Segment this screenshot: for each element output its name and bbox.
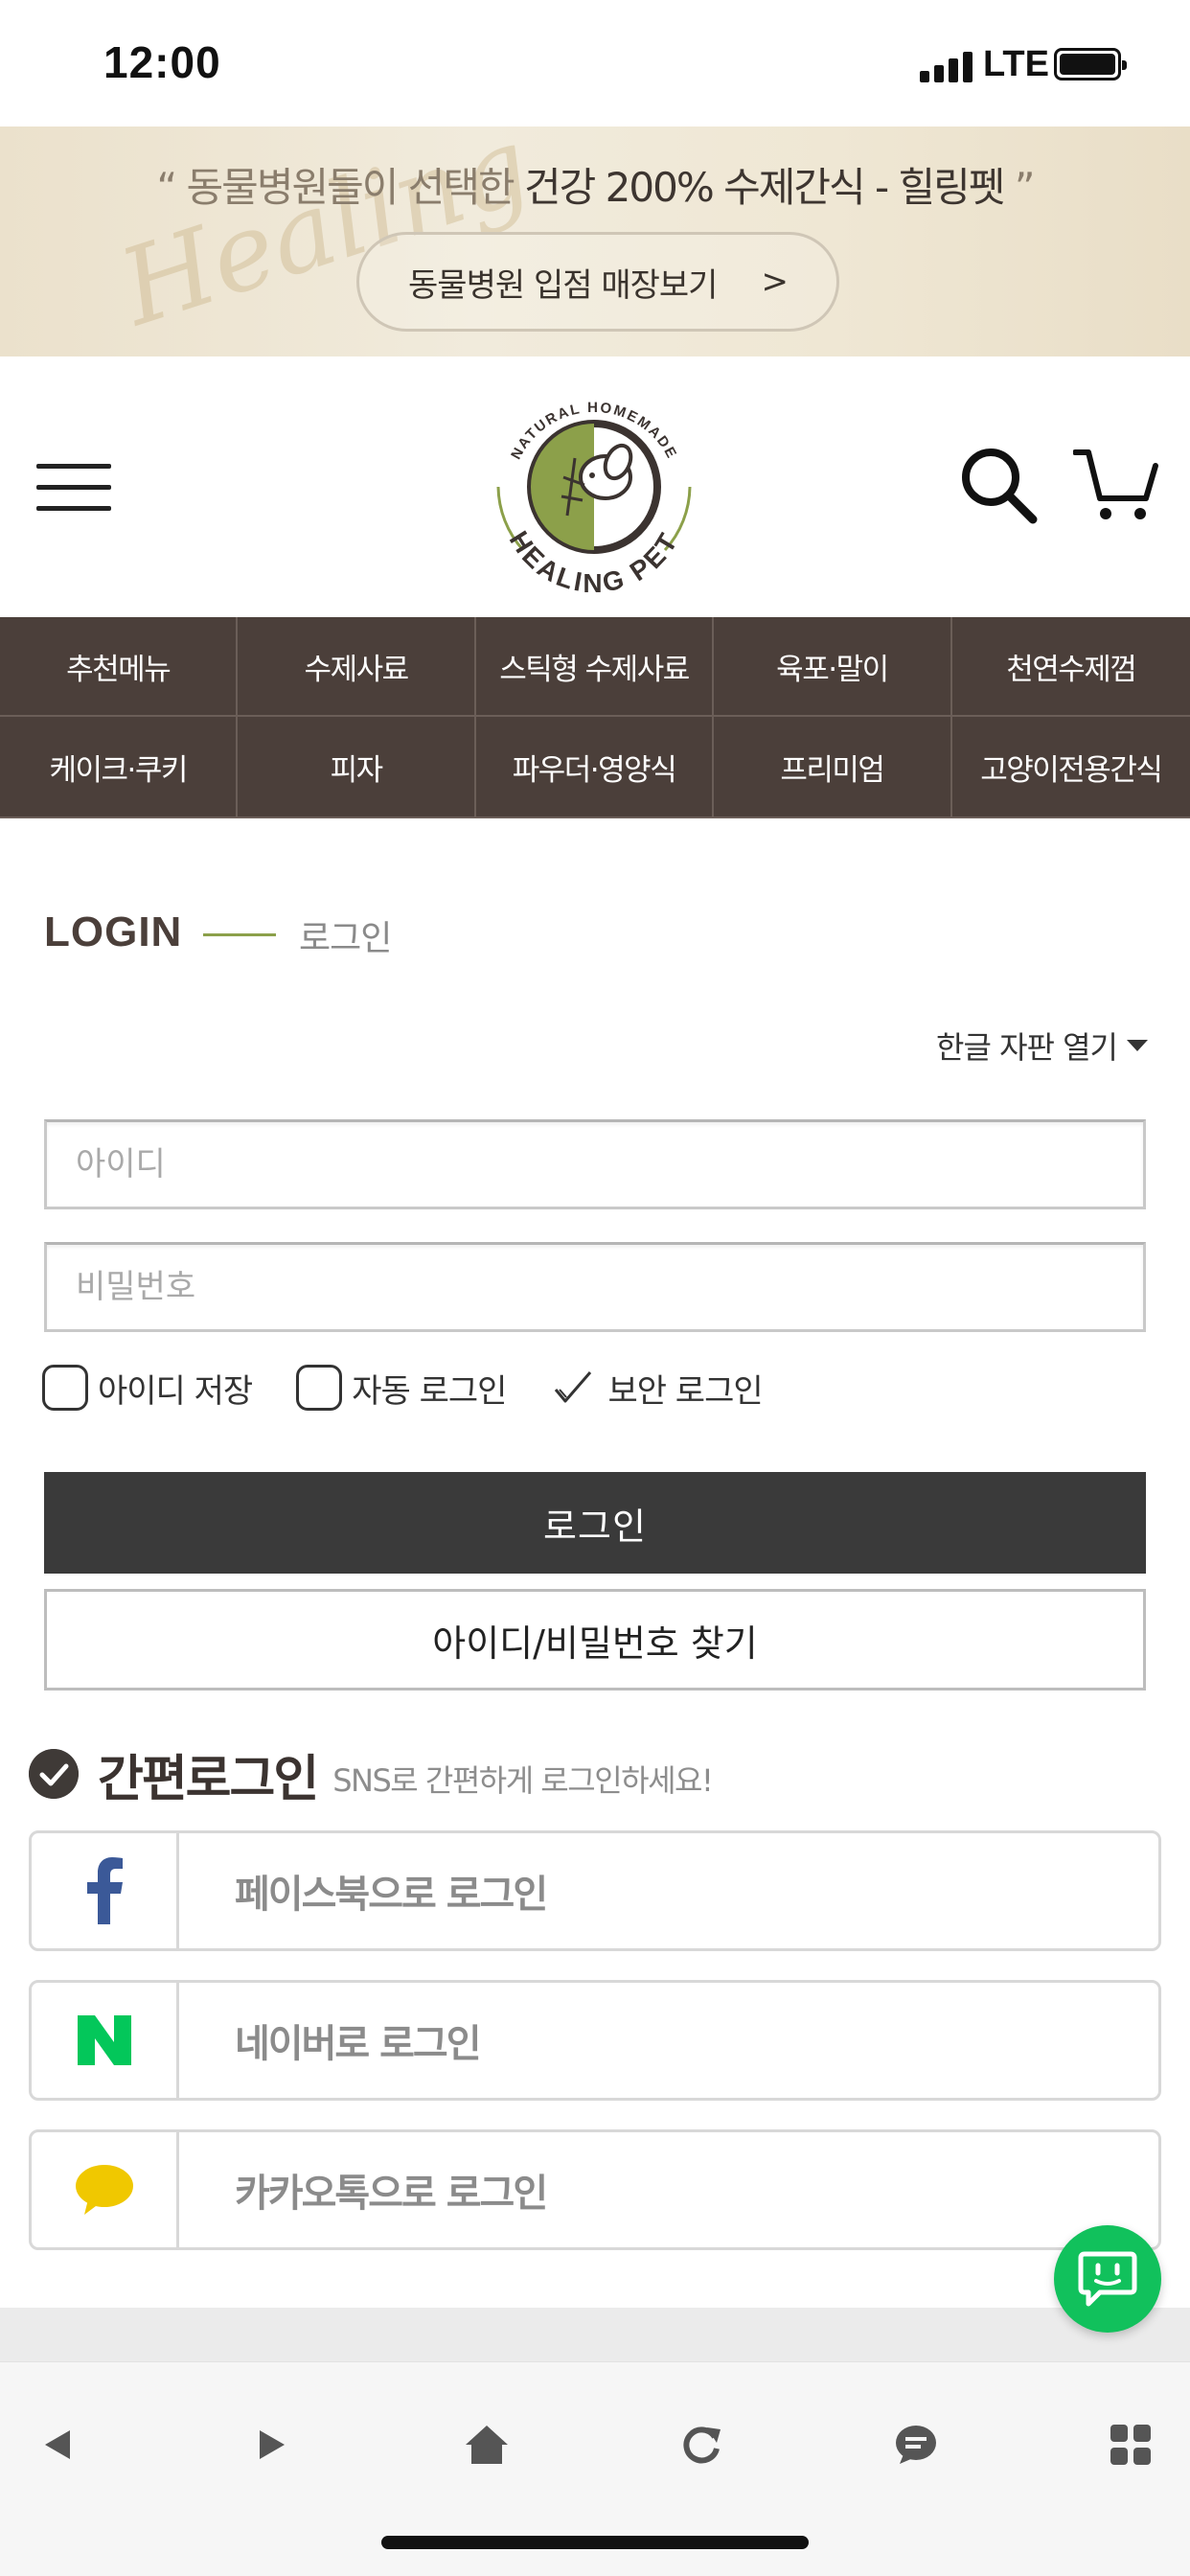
status-bar: 12:00 LTE [0, 0, 1190, 126]
status-time: 12:00 [103, 37, 221, 87]
home-indicator [381, 2536, 809, 2549]
store-locator-button[interactable]: 동물병원 입점 매장보기 > [356, 232, 839, 332]
check-circle-icon [29, 1749, 79, 1799]
back-icon[interactable] [29, 2416, 86, 2473]
apps-icon[interactable] [1102, 2416, 1159, 2473]
banner-text-light: 동물병원들이 선택한 [186, 164, 515, 211]
battery-icon [1054, 48, 1127, 80]
secure-login-option[interactable]: 보안 로그인 [550, 1365, 764, 1412]
category-item[interactable]: 추천메뉴 [0, 617, 239, 717]
banner-headline: “ 동물병원들이 선택한 건강 200% 수제간식 - 힐링펫 ” [156, 164, 1035, 211]
auto-login-checkbox[interactable] [296, 1365, 343, 1411]
password-input[interactable] [44, 1242, 1146, 1332]
signal-icon [920, 50, 977, 82]
category-item[interactable]: 육포·말이 [714, 617, 952, 717]
login-options: 아이디 저장 자동 로그인 보안 로그인 [42, 1361, 807, 1414]
category-item[interactable]: 천연수제껌 [951, 617, 1190, 717]
kakao-login-button[interactable]: 카카오톡으로 로그인 [29, 2129, 1161, 2250]
facebook-icon [86, 1857, 123, 1924]
forward-icon[interactable] [243, 2416, 301, 2473]
category-item[interactable]: 파우더·영양식 [475, 717, 715, 818]
search-icon[interactable] [958, 445, 1039, 525]
naver-icon [77, 2015, 131, 2065]
save-id-option[interactable]: 아이디 저장 [42, 1365, 253, 1412]
facebook-login-label: 페이스북으로 로그인 [235, 1873, 548, 1917]
find-account-button[interactable]: 아이디/비밀번호 찾기 [44, 1589, 1146, 1690]
sns-login-description: SNS로 간편하게 로그인하세요! [332, 1762, 714, 1799]
chat-bubble-icon [1078, 2251, 1137, 2307]
category-item[interactable]: 케이크·쿠키 [0, 717, 239, 818]
store-locator-label: 동물병원 입점 매장보기 [408, 265, 718, 305]
save-id-checkbox[interactable] [42, 1365, 88, 1411]
banner-text-bold: 건강 200% 수제간식 - 힐링펫 [524, 164, 1005, 211]
category-item[interactable]: 프리미엄 [714, 717, 952, 818]
auto-login-option[interactable]: 자동 로그인 [296, 1365, 507, 1412]
auto-login-label: 자동 로그인 [352, 1371, 507, 1411]
chat-icon[interactable] [887, 2416, 945, 2473]
caret-down-icon [1127, 1040, 1148, 1051]
category-item[interactable]: 스틱형 수제사료 [475, 617, 715, 717]
save-id-label: 아이디 저장 [98, 1371, 253, 1411]
category-item[interactable]: 수제사료 [238, 617, 476, 717]
kakao-login-label: 카카오톡으로 로그인 [235, 2172, 548, 2216]
healing-pet-logo[interactable]: NATURAL HOMEMADE HEALING PET [479, 372, 709, 602]
facebook-login-button[interactable]: 페이스북으로 로그인 [29, 1830, 1161, 1951]
category-nav: 추천메뉴 수제사료 스틱형 수제사료 육포·말이 천연수제껌 케이크·쿠키 피자… [0, 617, 1190, 818]
hamburger-menu-icon[interactable] [36, 458, 111, 516]
home-icon[interactable] [458, 2416, 515, 2473]
id-input[interactable] [44, 1119, 1146, 1209]
login-subtitle: 로그인 [299, 919, 392, 958]
kakaotalk-icon [75, 2165, 133, 2215]
keyboard-toggle-label: 한글 자판 열기 [936, 1029, 1118, 1066]
category-item[interactable]: 고양이전용간식 [951, 717, 1190, 818]
login-button[interactable]: 로그인 [44, 1472, 1146, 1574]
title-divider [203, 933, 276, 936]
arrow-right-icon: > [761, 263, 788, 301]
footer-band [0, 2308, 1190, 2361]
korean-keyboard-toggle[interactable]: 한글 자판 열기 [936, 1024, 1148, 1068]
cart-icon[interactable] [1073, 443, 1159, 523]
category-item[interactable]: 피자 [238, 717, 476, 818]
reload-icon[interactable] [673, 2416, 730, 2473]
naver-login-button[interactable]: 네이버로 로그인 [29, 1980, 1161, 2101]
secure-login-label: 보안 로그인 [607, 1371, 763, 1411]
site-header: NATURAL HOMEMADE HEALING PET [0, 356, 1190, 617]
sns-login-title: 간편로그인 [98, 1750, 319, 1808]
promo-banner[interactable]: Healing “ 동물병원들이 선택한 건강 200% 수제간식 - 힐링펫 … [0, 126, 1190, 356]
checkmark-icon[interactable] [550, 1365, 596, 1411]
naver-login-label: 네이버로 로그인 [235, 2022, 482, 2066]
network-type: LTE [983, 44, 1049, 84]
sns-login-header: 간편로그인 SNS로 간편하게 로그인하세요! [29, 1740, 714, 1808]
login-title: LOGIN [44, 908, 183, 955]
chat-button[interactable] [1054, 2225, 1161, 2333]
